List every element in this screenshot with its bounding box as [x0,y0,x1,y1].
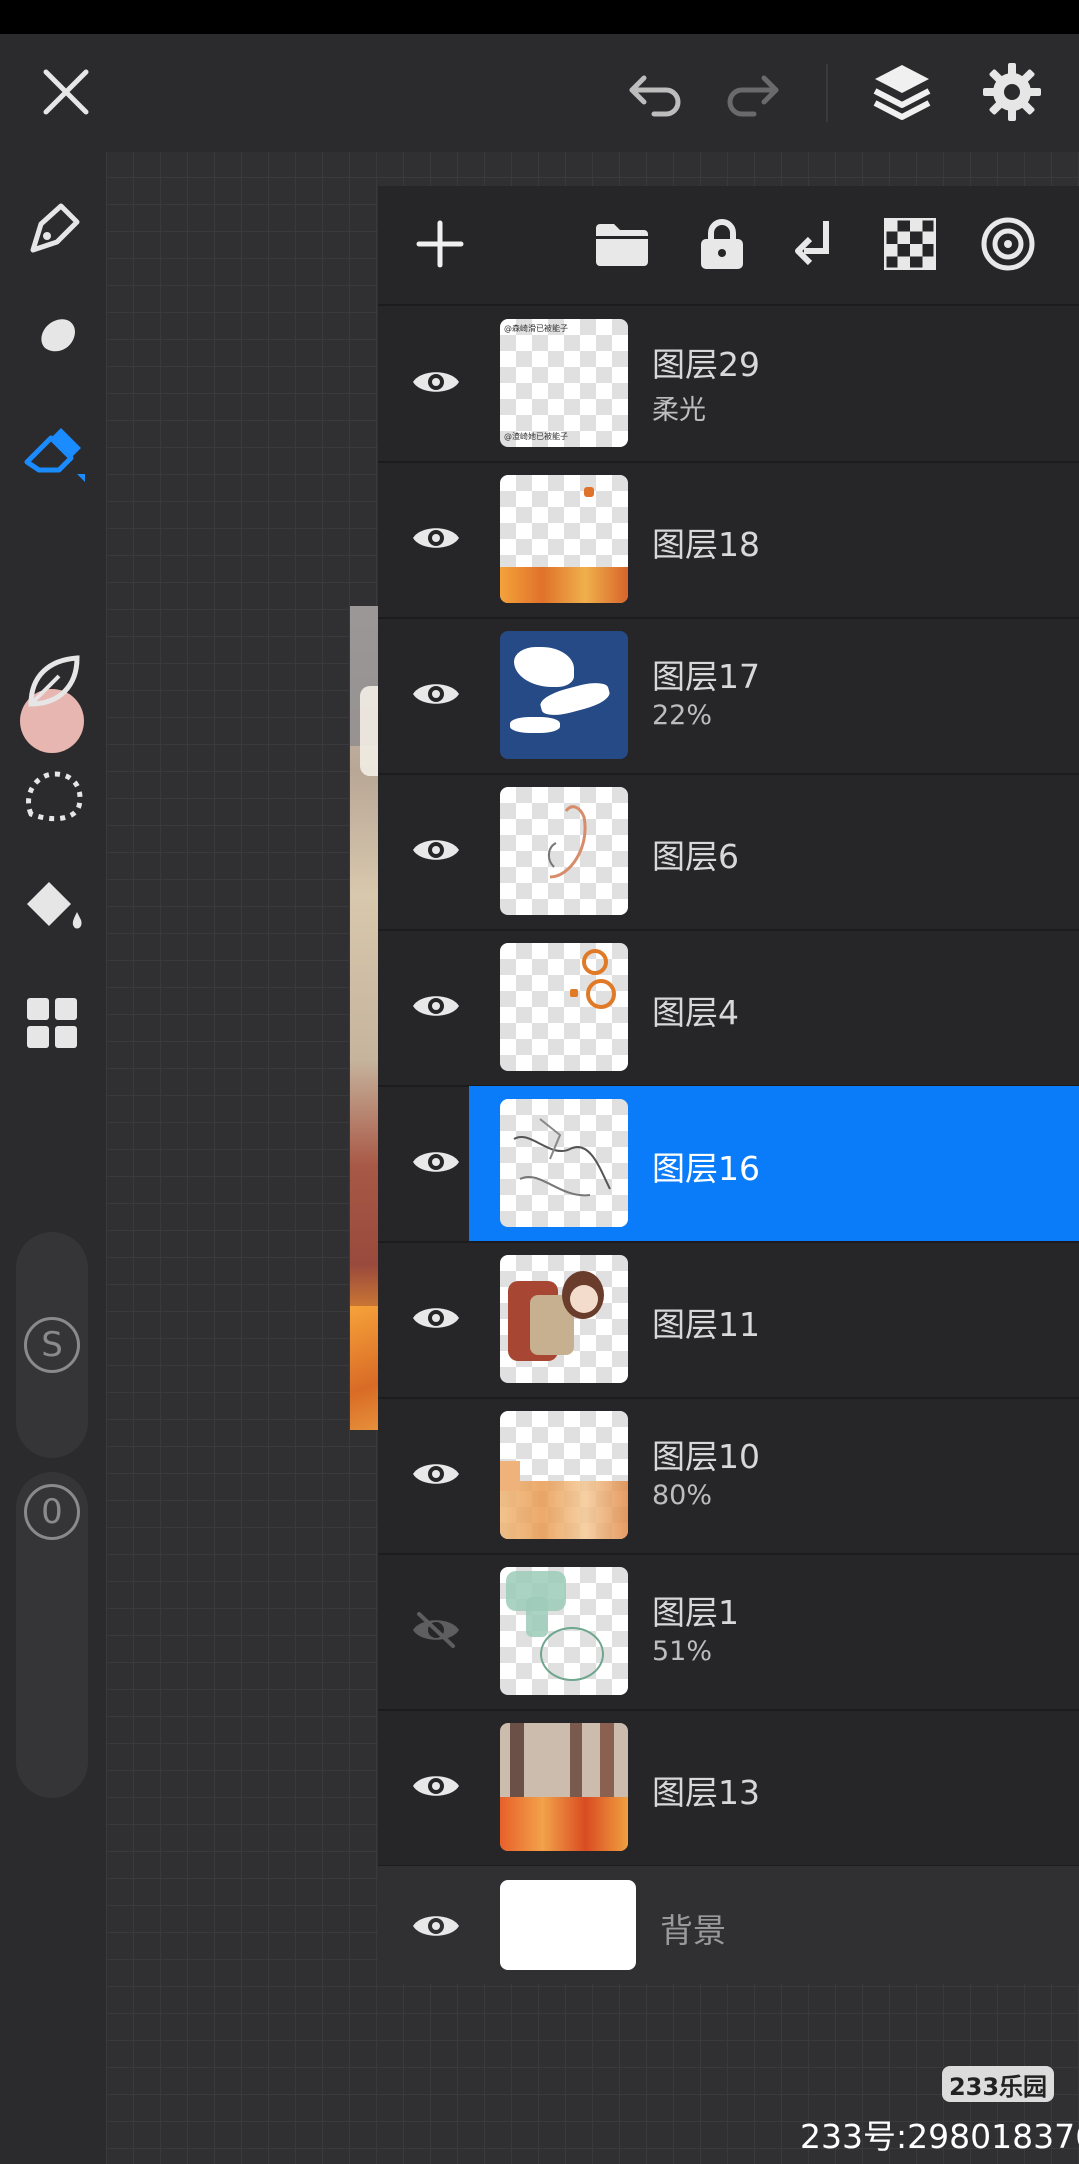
lock-icon[interactable] [690,212,754,276]
layer-thumbnail [500,475,628,603]
layers-icon[interactable] [864,52,940,132]
gear-icon[interactable] [972,52,1052,132]
layer-row[interactable]: 图层17 22% [378,618,1079,775]
layers-panel: @森崎滑已被能子 @渣崎她已被能子 图层29 柔光 图层18 图层17 22% … [378,186,1079,1984]
redo-icon[interactable] [714,60,790,126]
layer-name: 图层4 [652,993,739,1032]
layer-name: 图层1 [652,1593,739,1632]
status-bar [0,0,1079,34]
thumbnail-caption: @渣崎她已被能子 [504,432,568,441]
smudge-tool-icon[interactable] [15,302,91,378]
leaf-brush-icon[interactable] [15,644,91,720]
folder-icon[interactable] [590,214,654,274]
layer-opacity: 51% [652,1636,713,1667]
background-layer-row[interactable]: 背景 [378,1866,1079,1984]
background-thumbnail [500,1880,636,1970]
layer-row[interactable]: @森崎滑已被能子 @渣崎她已被能子 图层29 柔光 [378,306,1079,463]
toolbar-divider [826,64,828,122]
size-label: S [24,1317,80,1373]
layer-item[interactable]: 图层10 80% [469,1398,1079,1553]
layer-thumbnail [500,787,628,915]
layer-name: 图层16 [652,1149,760,1188]
grid-menu-icon[interactable] [15,986,91,1062]
add-layer-icon[interactable] [408,212,472,276]
watermark-logo: 233乐园 [942,2066,1054,2102]
eye-icon[interactable] [400,1438,472,1510]
eraser-tool-icon[interactable] [15,416,91,492]
brush-opacity-slider[interactable]: 0 [16,1472,88,1798]
transparency-icon[interactable] [878,212,942,276]
layer-thumbnail [500,1723,628,1851]
layer-item[interactable]: 图层18 [469,462,1079,617]
eye-icon[interactable] [400,1890,472,1962]
lasso-selection-icon[interactable] [15,758,91,834]
layer-item[interactable]: 图层11 [469,1242,1079,1397]
target-icon[interactable] [976,212,1040,276]
layer-name: 图层29 [652,345,760,384]
eye-icon[interactable] [400,1282,472,1354]
layer-item[interactable]: 图层16 [469,1086,1079,1241]
close-icon[interactable] [28,54,104,130]
eye-icon[interactable] [400,1750,472,1822]
layer-thumbnail [500,1567,628,1695]
layer-row[interactable]: 图层10 80% [378,1398,1079,1555]
layer-row[interactable]: 图层18 [378,462,1079,619]
layer-name: 图层11 [652,1305,760,1344]
layer-thumbnail [500,631,628,759]
paint-bucket-icon[interactable] [15,868,91,944]
layer-name: 图层10 [652,1437,760,1476]
layer-row[interactable]: 图层6 [378,774,1079,931]
layer-row-selected[interactable]: 图层16 [378,1086,1079,1243]
layer-item[interactable]: 图层4 [469,930,1079,1085]
eye-icon[interactable] [400,658,472,730]
layer-name: 图层13 [652,1773,760,1812]
watermark-text: 233号:298018376 [800,2117,1079,2156]
layer-row[interactable]: 图层1 51% [378,1554,1079,1711]
brush-size-slider[interactable]: S [16,1232,88,1458]
layer-row[interactable]: 图层11 [378,1242,1079,1399]
eye-icon[interactable] [400,970,472,1042]
top-toolbar [0,34,1079,152]
eye-icon[interactable] [400,502,472,574]
eye-icon[interactable] [400,1126,472,1198]
layers-panel-toolbar [378,186,1079,306]
layer-item[interactable]: 图层17 22% [469,618,1079,773]
thumbnail-caption: @森崎滑已被能子 [504,324,568,333]
layer-thumbnail [500,1411,628,1539]
eye-icon[interactable] [400,814,472,886]
layer-item[interactable]: 图层1 51% [469,1554,1079,1709]
layer-row[interactable]: 图层13 [378,1710,1079,1867]
layer-thumbnail [500,943,628,1071]
layer-name: 图层18 [652,525,760,564]
layer-blend-mode: 柔光 [652,395,706,426]
eye-icon[interactable] [400,346,472,418]
layer-thumbnail [500,1099,628,1227]
layer-item[interactable]: @森崎滑已被能子 @渣崎她已被能子 图层29 柔光 [469,306,1079,461]
layer-item[interactable]: 图层6 [469,774,1079,929]
layer-name: 图层6 [652,837,739,876]
left-toolbar: S 0 [0,152,106,2164]
eye-hidden-icon[interactable] [400,1594,472,1666]
layer-opacity: 80% [652,1480,713,1511]
undo-icon[interactable] [618,60,694,126]
background-layer-name: 背景 [660,1911,726,1950]
merge-down-icon[interactable] [782,212,846,276]
pen-tool-icon[interactable] [15,190,91,266]
layer-name: 图层17 [652,657,760,696]
layer-thumbnail [500,1255,628,1383]
layer-row[interactable]: 图层4 [378,930,1079,1087]
layer-item[interactable]: 图层13 [469,1710,1079,1865]
layer-opacity: 22% [652,700,713,731]
opacity-label: 0 [24,1484,80,1540]
layer-thumbnail: @森崎滑已被能子 @渣崎她已被能子 [500,319,628,447]
